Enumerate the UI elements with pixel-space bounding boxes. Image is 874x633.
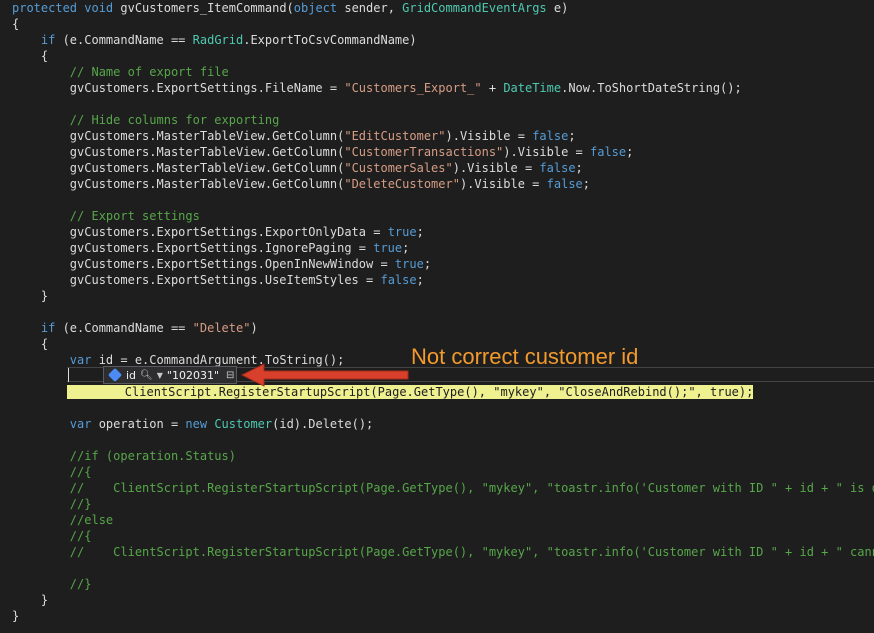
code-line-14: gvCustomers.ExportSettings.IgnorePaging … bbox=[12, 241, 410, 255]
code-line-3: if (e.CommandName == RadGrid.ExportToCsv… bbox=[12, 33, 417, 47]
code-editor[interactable]: protected void gvCustomers_ItemCommand(o… bbox=[12, 0, 874, 633]
code-line-19: { bbox=[12, 337, 49, 351]
code-line-10: gvCustomers.MasterTableView.GetColumn("C… bbox=[12, 161, 583, 175]
pin-icon[interactable]: ⊟ bbox=[226, 370, 234, 381]
magnifier-icon[interactable]: 🔍︎ bbox=[140, 370, 153, 381]
datatip-variable-name: id bbox=[126, 368, 137, 382]
code-line-29: // ClientScript.RegisterStartupScript(Pa… bbox=[12, 545, 874, 559]
code-line-8: gvCustomers.MasterTableView.GetColumn("E… bbox=[12, 129, 576, 143]
code-line-26: //} bbox=[12, 497, 92, 511]
code-line-13: gvCustomers.ExportSettings.ExportOnlyDat… bbox=[12, 225, 424, 239]
code-line-16: gvCustomers.ExportSettings.UseItemStyles… bbox=[12, 273, 424, 287]
code-line-7: // Hide columns for exporting bbox=[12, 113, 280, 127]
code-line-28: //{ bbox=[12, 529, 92, 543]
debugger-datatip[interactable]: id 🔍︎ ▼ "102031" ⊟ bbox=[103, 366, 237, 384]
code-line-4: { bbox=[12, 49, 49, 63]
code-line-17: } bbox=[12, 289, 49, 303]
annotation-arrow bbox=[240, 363, 409, 387]
code-line-30: //} bbox=[12, 577, 92, 591]
code-line-1: protected void gvCustomers_ItemCommand(o… bbox=[12, 1, 569, 15]
code-line-31: } bbox=[12, 593, 49, 607]
annotation-text: Not correct customer id bbox=[411, 344, 639, 369]
code-line-2: { bbox=[12, 17, 20, 31]
code-line-32: } bbox=[12, 609, 20, 623]
text-caret bbox=[68, 368, 69, 382]
field-icon bbox=[107, 367, 123, 383]
code-line-9: gvCustomers.MasterTableView.GetColumn("C… bbox=[12, 145, 634, 159]
chevron-down-icon[interactable]: ▼ bbox=[157, 371, 163, 380]
code-line-11: gvCustomers.MasterTableView.GetColumn("D… bbox=[12, 177, 590, 191]
code-line-15: gvCustomers.ExportSettings.OpenInNewWind… bbox=[12, 257, 432, 271]
code-line-22: var operation = new Customer(id).Delete(… bbox=[12, 417, 374, 431]
code-line-25: // ClientScript.RegisterStartupScript(Pa… bbox=[12, 481, 874, 495]
code-line-18: if (e.CommandName == "Delete") bbox=[12, 321, 258, 335]
code-line-5: // Name of export file bbox=[12, 65, 229, 79]
datatip-value[interactable]: "102031" bbox=[167, 369, 219, 382]
code-line-27: //else bbox=[12, 513, 114, 527]
code-line-12: // Export settings bbox=[12, 209, 200, 223]
code-line-24: //{ bbox=[12, 465, 92, 479]
code-line-23: //if (operation.Status) bbox=[12, 449, 236, 463]
code-line-6: gvCustomers.ExportSettings.FileName = "C… bbox=[12, 81, 742, 95]
